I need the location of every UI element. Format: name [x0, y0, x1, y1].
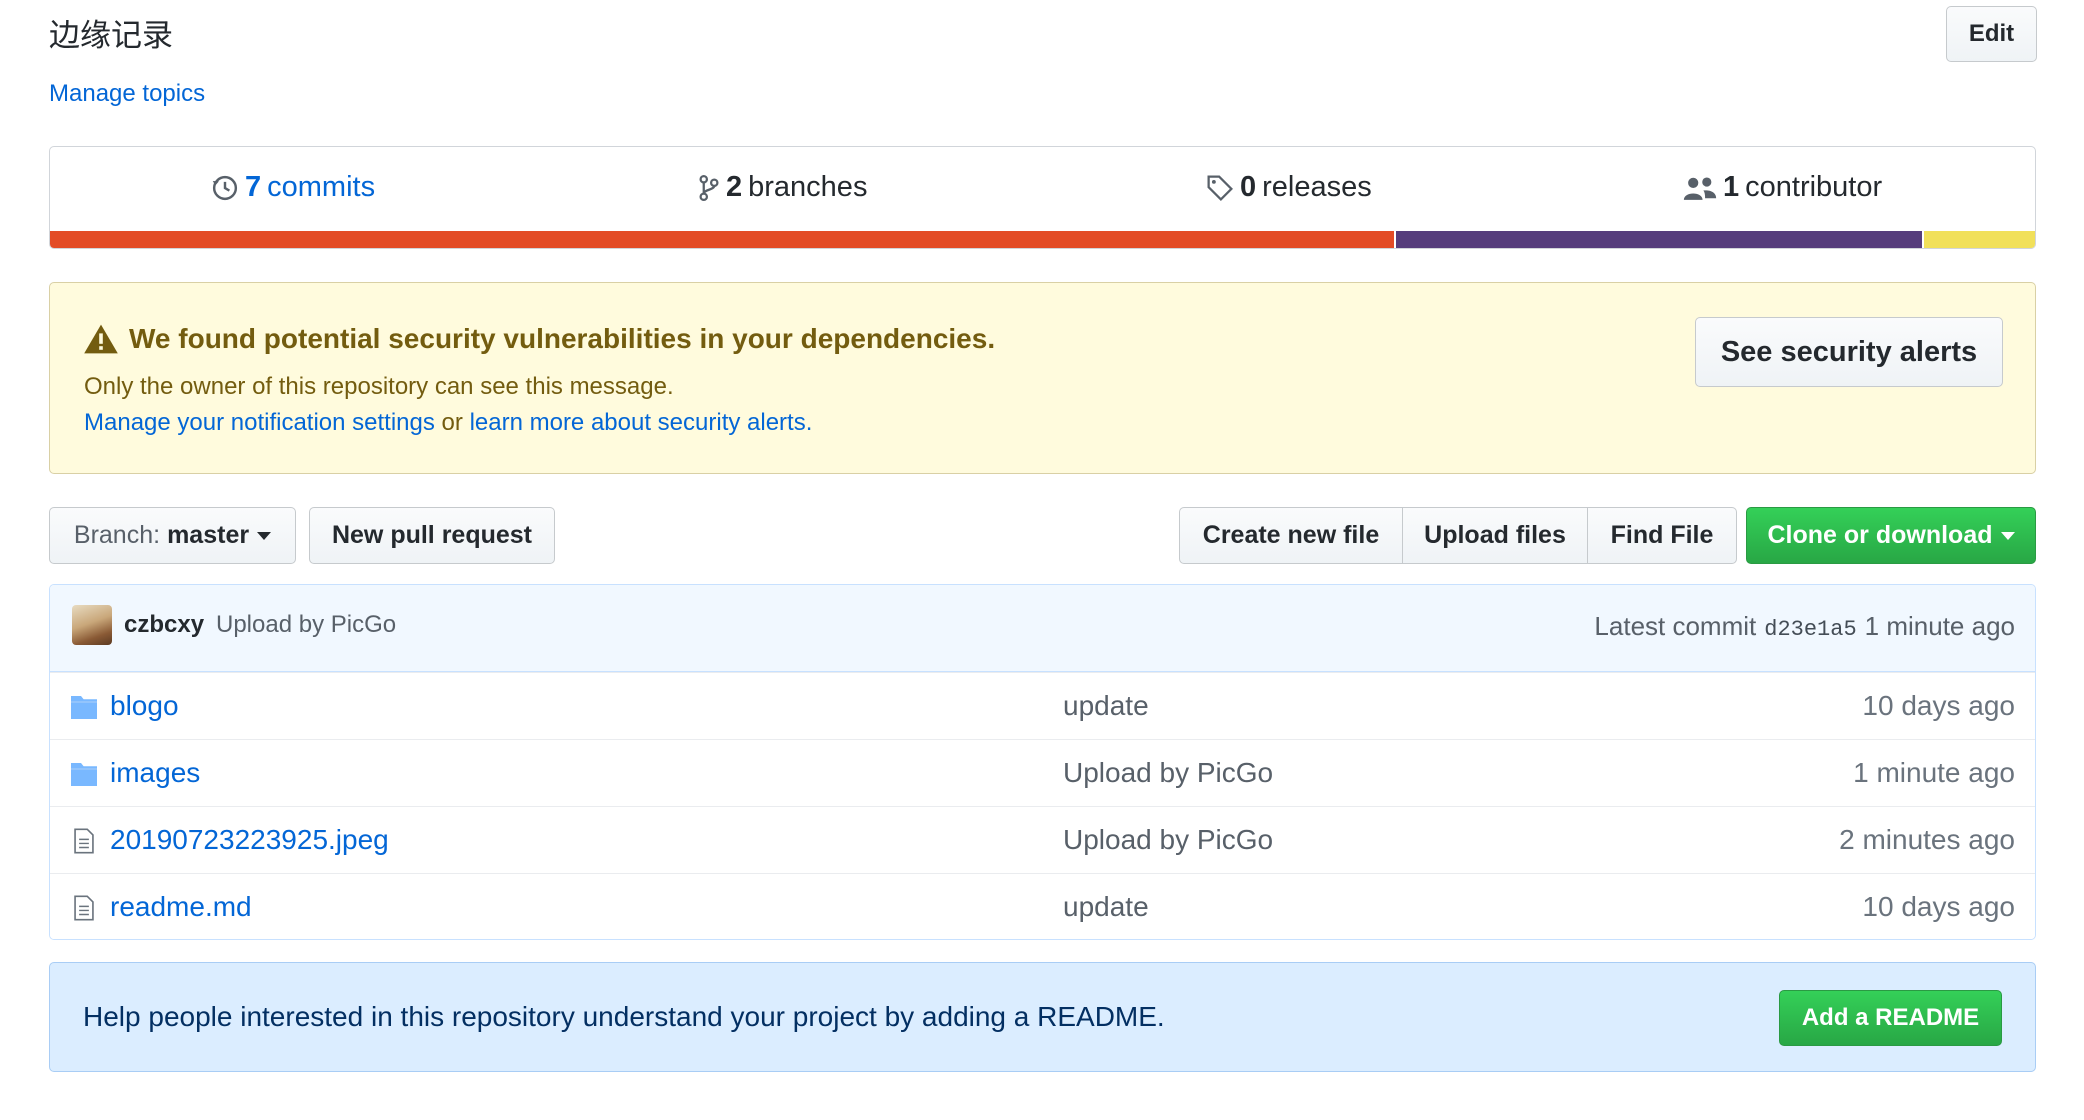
language-segment[interactable]	[1393, 231, 1922, 248]
clone-label: Clone or download	[1767, 521, 1993, 549]
commits-link[interactable]: 7 commits	[211, 171, 375, 204]
learn-more-link[interactable]: learn more about security alerts	[470, 409, 806, 436]
alert-subtitle: Only the owner of this repository can se…	[84, 373, 674, 400]
file-icon	[74, 895, 94, 921]
folder-icon	[71, 763, 97, 786]
commit-message-link[interactable]: Upload by PicGo	[216, 611, 396, 639]
find-file-button[interactable]: Find File	[1587, 507, 1737, 564]
alert-title: We found potential security vulnerabilit…	[83, 323, 995, 355]
readme-prompt: Help people interested in this repositor…	[49, 962, 2036, 1072]
language-bar[interactable]	[50, 231, 2035, 248]
language-segment[interactable]	[1921, 231, 2035, 248]
folder-icon	[71, 696, 97, 719]
clone-or-download-button[interactable]: Clone or download	[1746, 507, 2036, 564]
caret-down-icon	[2000, 531, 2015, 540]
contributors-label: contributor	[1745, 171, 1883, 203]
branches-count: 2	[726, 171, 743, 203]
file-commit-message[interactable]: Upload by PicGo	[1063, 824, 1273, 856]
language-segment[interactable]	[50, 231, 1394, 248]
security-alert: We found potential security vulnerabilit…	[49, 282, 2036, 474]
repo-summary: 7 commits 2 branches 0 releases 1 contri…	[49, 146, 2036, 249]
notification-settings-link[interactable]: Manage your notification settings	[84, 409, 435, 436]
commits-count: 7	[245, 171, 262, 203]
file-name-link[interactable]: 20190723223925.jpeg	[110, 824, 389, 856]
latest-commit-prefix: Latest commit	[1594, 611, 1757, 641]
file-age: 2 minutes ago	[1839, 824, 2015, 855]
file-name-link[interactable]: readme.md	[110, 891, 252, 923]
table-row: images Upload by PicGo 1 minute ago	[50, 739, 2035, 806]
branch-name: master	[167, 521, 250, 549]
releases-label: releases	[1262, 171, 1372, 203]
caret-down-icon	[257, 531, 272, 540]
branches-label: branches	[748, 171, 868, 203]
history-icon	[212, 175, 238, 200]
alert-links: Manage your notification settings or lea…	[84, 409, 812, 437]
create-new-file-button[interactable]: Create new file	[1179, 507, 1403, 564]
avatar[interactable]	[72, 605, 112, 645]
alert-icon	[84, 324, 118, 354]
commit-age: 1 minute ago	[1864, 611, 2015, 641]
releases-count: 0	[1240, 171, 1257, 203]
contributors-count: 1	[1723, 171, 1740, 203]
commit-author-link[interactable]: czbcxy	[124, 611, 204, 639]
table-row: readme.md update 10 days ago	[50, 873, 2035, 939]
table-row: blogo update 10 days ago	[50, 672, 2035, 739]
alert-connector: or	[441, 409, 463, 436]
branches-link[interactable]: 2 branches	[698, 171, 867, 204]
tag-icon	[1207, 174, 1233, 201]
releases-link[interactable]: 0 releases	[1206, 171, 1372, 204]
file-name-link[interactable]: blogo	[110, 690, 179, 722]
file-age: 10 days ago	[1862, 891, 2015, 922]
file-age: 10 days ago	[1862, 690, 2015, 721]
repo-description: 边缘记录	[49, 18, 173, 54]
file-age: 1 minute ago	[1853, 757, 2015, 788]
file-commit-message[interactable]: update	[1063, 690, 1149, 722]
commit-sha-link[interactable]: d23e1a5	[1764, 617, 1856, 642]
alert-title-text: We found potential security vulnerabilit…	[129, 323, 996, 354]
branch-icon	[699, 174, 719, 201]
readme-prompt-text: Help people interested in this repositor…	[83, 1001, 1165, 1032]
upload-files-button[interactable]: Upload files	[1402, 507, 1588, 564]
add-readme-button[interactable]: Add a README	[1779, 990, 2002, 1046]
latest-commit-bar: czbcxy Upload by PicGo Latest commit d23…	[50, 585, 2035, 672]
commits-label: commits	[267, 171, 376, 203]
see-security-alerts-button[interactable]: See security alerts	[1695, 317, 2003, 387]
file-name-link[interactable]: images	[110, 757, 200, 789]
new-pull-request-button[interactable]: New pull request	[309, 507, 555, 564]
branch-select-button[interactable]: Branch: master	[49, 507, 296, 564]
manage-topics-link[interactable]: Manage topics	[49, 80, 205, 108]
people-icon	[1683, 176, 1717, 200]
table-row: 20190723223925.jpeg Upload by PicGo 2 mi…	[50, 806, 2035, 873]
alert-period: .	[805, 409, 813, 436]
latest-commit-info: Latest commit d23e1a5 1 minute ago	[1594, 611, 2015, 642]
file-icon	[74, 828, 94, 854]
branch-prefix: Branch:	[73, 521, 161, 549]
file-commit-message[interactable]: update	[1063, 891, 1149, 923]
edit-button[interactable]: Edit	[1946, 6, 2037, 62]
file-commit-message[interactable]: Upload by PicGo	[1063, 757, 1273, 789]
contributors-link[interactable]: 1 contributor	[1683, 171, 1882, 204]
file-table: czbcxy Upload by PicGo Latest commit d23…	[49, 584, 2036, 940]
